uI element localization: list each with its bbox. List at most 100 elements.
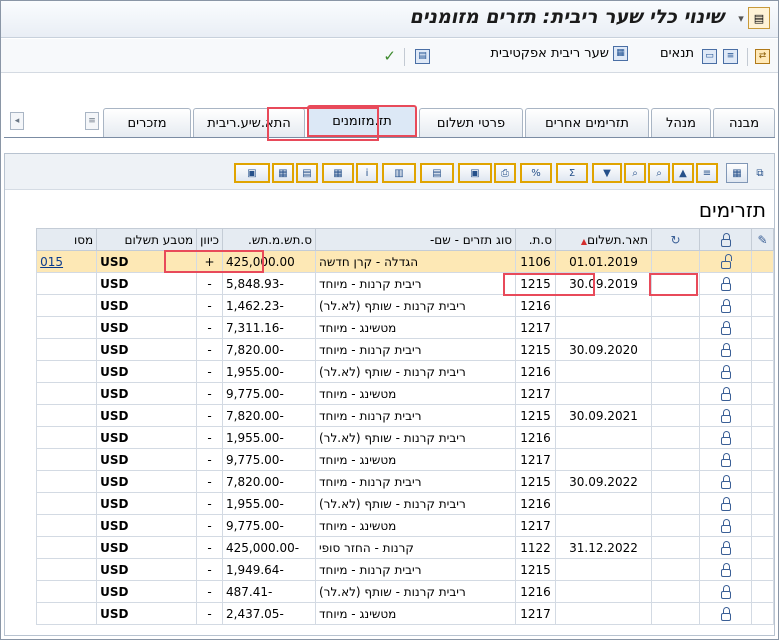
lock-icon[interactable] bbox=[720, 320, 731, 335]
extra-cell[interactable] bbox=[36, 492, 98, 515]
flow-type-name-cell[interactable]: ריבית קרנות - שותף (לא.לר) bbox=[315, 360, 516, 383]
flow-type-code-cell[interactable]: 1122 bbox=[515, 536, 556, 559]
amount-cell[interactable]: -7,820.00 bbox=[222, 338, 316, 361]
table-row[interactable]: 1217 מטשינג - מיוחד -9,775.00- USD bbox=[36, 514, 774, 537]
amount-cell[interactable]: -9,775.00 bbox=[222, 514, 316, 537]
extra-cell[interactable] bbox=[36, 470, 98, 493]
find-next-icon[interactable]: ⌕ bbox=[624, 163, 646, 183]
table-row[interactable]: 30.09.2022 1215 ריבית קרנות - מיוחד -7,820.… bbox=[36, 470, 774, 493]
refresh-cell[interactable] bbox=[651, 316, 700, 339]
sort-ascending-icon[interactable]: ▲ bbox=[672, 163, 694, 183]
lock-icon[interactable] bbox=[720, 452, 731, 467]
table-row[interactable]: 30.09.2021 1215 ריבית קרנות - מיוחד -7,820.… bbox=[36, 404, 774, 427]
flow-type-code-cell[interactable]: 1216 bbox=[515, 360, 556, 383]
amount-cell[interactable]: -1,955.00 bbox=[222, 426, 316, 449]
lock-icon[interactable] bbox=[720, 474, 731, 489]
effective-rate-button[interactable]: ▦ שער ריבית אפקטיבית bbox=[491, 46, 628, 61]
display-change-icon[interactable]: ⇄ bbox=[755, 49, 770, 64]
lock-cell[interactable] bbox=[699, 514, 752, 537]
flow-type-name-cell[interactable]: ריבית קרנות - שותף (לא.לר) bbox=[315, 492, 516, 515]
flow-type-code-cell[interactable]: 1215 bbox=[515, 558, 556, 581]
lock-icon[interactable] bbox=[720, 342, 731, 357]
lock-icon[interactable] bbox=[720, 386, 731, 401]
date-cell[interactable]: 31.12.2022 bbox=[555, 536, 652, 559]
table-row[interactable]: 1217 מטשינג - מיוחד -7,311.16- USD bbox=[36, 316, 774, 339]
direction-cell[interactable]: - bbox=[196, 602, 223, 625]
table-row[interactable]: 31.12.2022 1122 קרנות - החזר סופי -425,000.… bbox=[36, 536, 774, 559]
edit-cell[interactable] bbox=[751, 514, 774, 537]
date-cell[interactable] bbox=[555, 602, 652, 625]
direction-cell[interactable]: - bbox=[196, 404, 223, 427]
currency-cell[interactable]: USD bbox=[96, 426, 198, 449]
currency-cell[interactable]: USD bbox=[96, 338, 198, 361]
flow-type-name-cell[interactable]: ריבית קרנות - מיוחד bbox=[315, 470, 516, 493]
direction-cell[interactable]: + bbox=[196, 250, 223, 273]
lock-cell[interactable] bbox=[699, 602, 752, 625]
table-row[interactable]: 1217 מטשינג - מיוחד -9,775.00- USD bbox=[36, 382, 774, 405]
direction-cell[interactable]: - bbox=[196, 426, 223, 449]
extra-cell[interactable]: 015 bbox=[36, 250, 98, 273]
direction-cell[interactable]: - bbox=[196, 272, 223, 295]
direction-cell[interactable]: - bbox=[196, 558, 223, 581]
date-cell[interactable] bbox=[555, 448, 652, 471]
subtotal-icon[interactable]: % bbox=[520, 163, 552, 183]
edit-cell[interactable] bbox=[751, 272, 774, 295]
amount-cell[interactable]: -1,955.00 bbox=[222, 360, 316, 383]
date-cell[interactable] bbox=[555, 492, 652, 515]
edit-column-header[interactable]: ✎ bbox=[751, 228, 774, 251]
edit-cell[interactable] bbox=[751, 448, 774, 471]
tab-other-flows[interactable]: תזרימים אחרים bbox=[525, 108, 649, 137]
direction-cell[interactable]: - bbox=[196, 448, 223, 471]
currency-cell[interactable]: USD bbox=[96, 514, 198, 537]
lock-cell[interactable] bbox=[699, 470, 752, 493]
layout-icon[interactable]: ▥ bbox=[382, 163, 416, 183]
extra-cell[interactable] bbox=[36, 404, 98, 427]
edit-cell[interactable] bbox=[751, 580, 774, 603]
flow-type-code-cell[interactable]: 1215 bbox=[515, 338, 556, 361]
tab-interest-rate-adjustment[interactable]: התא.שיע.ריבית bbox=[193, 108, 305, 137]
lock-icon[interactable] bbox=[720, 276, 731, 291]
extra-cell[interactable] bbox=[36, 426, 98, 449]
amount-cell[interactable]: -9,775.00 bbox=[222, 448, 316, 471]
document-icon[interactable]: ≡ bbox=[723, 49, 738, 64]
details-icon[interactable]: ▦ bbox=[726, 163, 748, 183]
filter-icon[interactable]: ▼ bbox=[592, 163, 622, 183]
select-all-icon[interactable]: ≡ bbox=[696, 163, 718, 183]
date-cell[interactable] bbox=[555, 382, 652, 405]
table-row[interactable]: 1216 ריבית קרנות - שותף (לא.לר) -1,955.00-… bbox=[36, 360, 774, 383]
flow-type-code-cell[interactable]: 1215 bbox=[515, 470, 556, 493]
view-icon[interactable]: ▣ bbox=[458, 163, 492, 183]
date-cell[interactable] bbox=[555, 558, 652, 581]
lock-icon[interactable] bbox=[720, 496, 731, 511]
date-cell[interactable] bbox=[555, 514, 652, 537]
lock-icon[interactable] bbox=[720, 584, 731, 599]
lock-cell[interactable] bbox=[699, 272, 752, 295]
table-icon[interactable]: ▤ bbox=[415, 49, 430, 64]
table-row[interactable]: 30.09.2019 1215 ריבית קרנות - מיוחד -5,848.… bbox=[36, 272, 774, 295]
direction-cell[interactable]: - bbox=[196, 580, 223, 603]
direction-cell[interactable]: - bbox=[196, 470, 223, 493]
edit-cell[interactable] bbox=[751, 426, 774, 449]
lock-icon[interactable] bbox=[720, 364, 731, 379]
lock-cell[interactable] bbox=[699, 426, 752, 449]
lock-cell[interactable] bbox=[699, 536, 752, 559]
tab-scroll-left-icon[interactable]: ◂ bbox=[10, 112, 24, 130]
flow-type-name-cell[interactable]: ריבית קרנות - שותף (לא.לר) bbox=[315, 580, 516, 603]
append-row-icon[interactable]: ▣ bbox=[234, 163, 270, 183]
refresh-cell[interactable] bbox=[651, 580, 700, 603]
refresh-cell[interactable] bbox=[651, 602, 700, 625]
currency-cell[interactable]: USD bbox=[96, 250, 198, 273]
refresh-cell[interactable] bbox=[651, 426, 700, 449]
lock-column-header[interactable] bbox=[699, 228, 752, 251]
lock-cell[interactable] bbox=[699, 492, 752, 515]
table-row[interactable]: 1216 ריבית קרנות - שותף (לא.לר) -487.41- US… bbox=[36, 580, 774, 603]
flow-type-name-cell[interactable]: מטשינג - מיוחד bbox=[315, 448, 516, 471]
tab-list-icon[interactable]: ≡ bbox=[85, 112, 99, 130]
flow-type-code-cell[interactable]: 1216 bbox=[515, 294, 556, 317]
flow-type-code-cell[interactable]: 1217 bbox=[515, 602, 556, 625]
currency-cell[interactable]: USD bbox=[96, 316, 198, 339]
direction-cell[interactable]: - bbox=[196, 294, 223, 317]
column-header-amount[interactable]: ס.תש.מ.תש. bbox=[222, 228, 316, 251]
refresh-cell[interactable] bbox=[651, 404, 700, 427]
edit-cell[interactable] bbox=[751, 360, 774, 383]
